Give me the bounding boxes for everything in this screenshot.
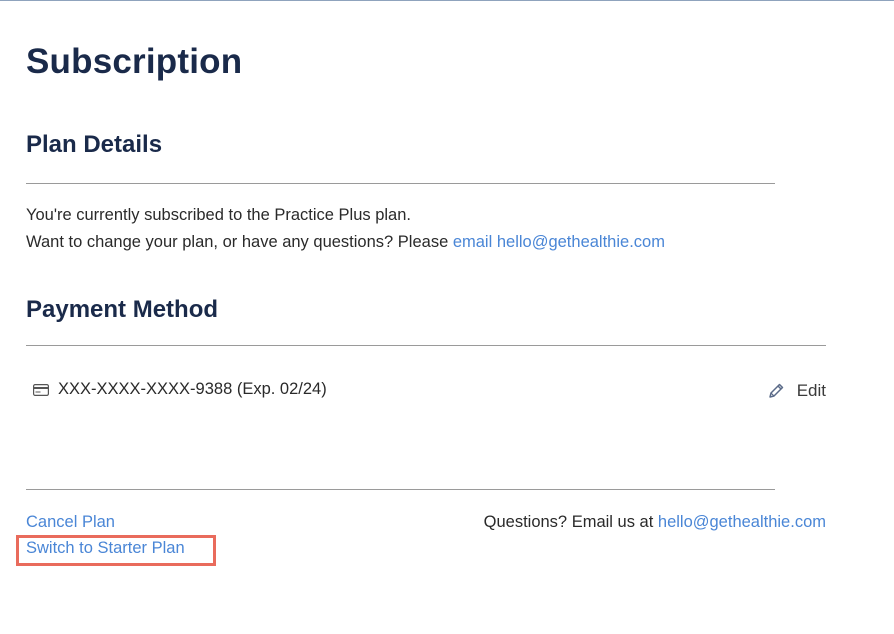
questions-text: Questions? Email us at (483, 513, 658, 531)
top-border (0, 0, 894, 1)
footer-questions: Questions? Email us at hello@gethealthie… (484, 513, 826, 532)
plan-details-heading: Plan Details (26, 131, 163, 158)
plan-details-divider (26, 183, 775, 184)
edit-payment-button[interactable]: Edit (767, 379, 826, 403)
current-plan-text: You're currently subscribed to the Pract… (26, 206, 411, 224)
page-title: Subscription (26, 42, 243, 81)
questions-email-link[interactable]: hello@gethealthie.com (658, 513, 826, 531)
payment-method-divider (26, 345, 826, 346)
change-plan-prompt: Want to change your plan, or have any qu… (26, 233, 453, 251)
footer-divider (26, 489, 775, 490)
change-plan-line: Want to change your plan, or have any qu… (26, 233, 665, 252)
cancel-plan-link[interactable]: Cancel Plan (26, 513, 115, 532)
email-support-link[interactable]: email hello@gethealthie.com (453, 233, 665, 251)
pencil-icon (768, 383, 783, 398)
card-number-text: XXX-XXXX-XXXX-9388 (Exp. 02/24) (58, 380, 327, 398)
switch-to-starter-plan-link[interactable]: Switch to Starter Plan (26, 539, 185, 558)
payment-method-heading: Payment Method (26, 296, 219, 323)
credit-card-icon (33, 384, 49, 396)
payment-card-row: XXX-XXXX-XXXX-9388 (Exp. 02/24) Edit (26, 379, 826, 403)
edit-label: Edit (796, 381, 826, 400)
